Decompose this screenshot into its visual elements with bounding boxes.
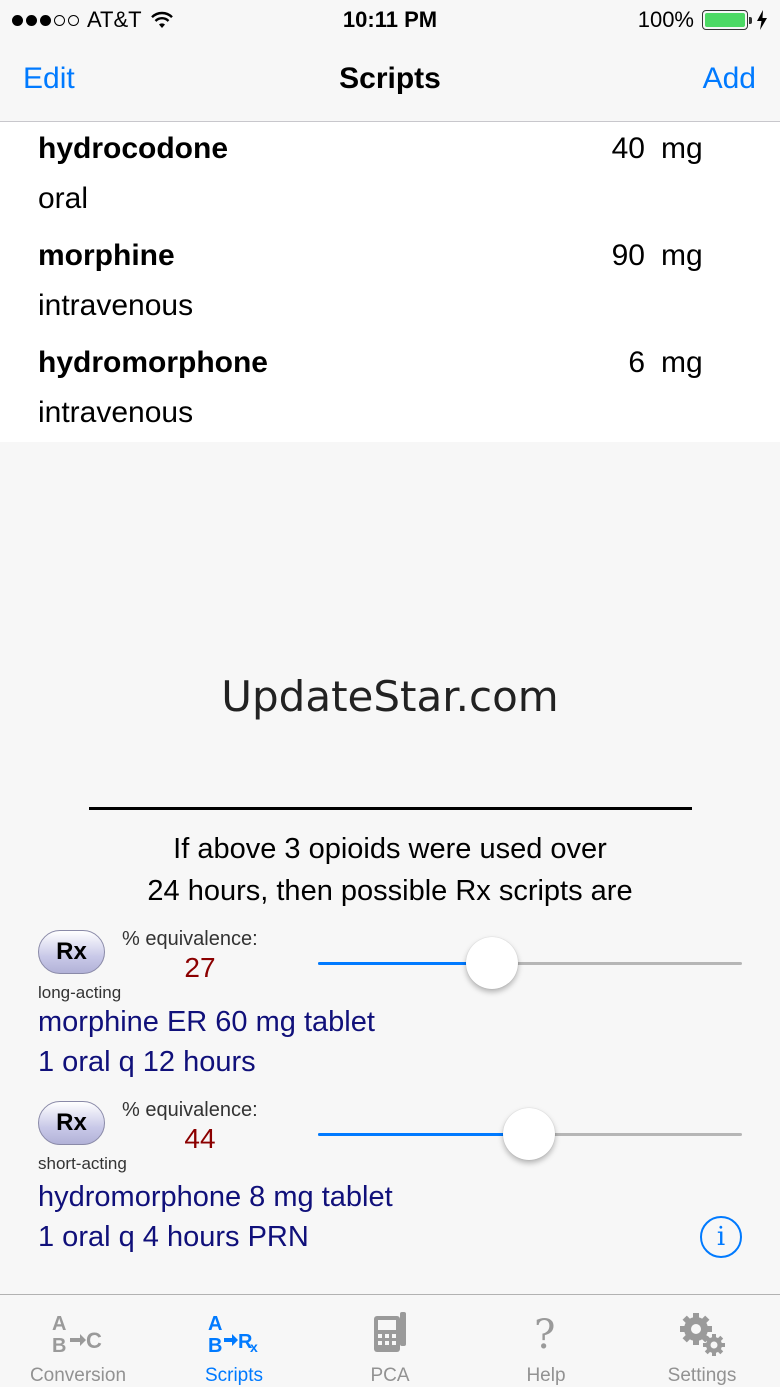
equivalence-value: 27 bbox=[184, 952, 216, 983]
add-button[interactable]: Add bbox=[703, 62, 756, 96]
script-sig-line: 1 oral q 12 hours bbox=[38, 1046, 256, 1078]
info-icon[interactable]: i bbox=[700, 1216, 742, 1258]
rx-button[interactable]: Rx bbox=[38, 930, 105, 974]
svg-text:x: x bbox=[250, 1339, 258, 1355]
pca-pump-icon bbox=[312, 1307, 468, 1357]
nav-bar: Edit Scripts Add bbox=[0, 40, 780, 122]
tab-bar: A B C Conversion A B R x Scripts PCA ? H… bbox=[0, 1294, 780, 1387]
tab-pca[interactable]: PCA bbox=[312, 1295, 468, 1387]
svg-text:B: B bbox=[208, 1335, 222, 1356]
page-title: Scripts bbox=[339, 62, 441, 95]
drug-dose: 90 bbox=[611, 239, 645, 272]
svg-text:B: B bbox=[52, 1335, 66, 1356]
abc-conversion-icon: A B C bbox=[0, 1307, 156, 1357]
drug-route: intravenous bbox=[38, 396, 194, 429]
intro-line-2: 24 hours, then possible Rx scripts are bbox=[147, 875, 633, 907]
ad-banner-text[interactable]: UpdateStar.com bbox=[0, 672, 780, 721]
intro-text: If above 3 opioids were used over 24 hou… bbox=[0, 828, 780, 912]
drug-row[interactable]: morphine intravenous 90 mg bbox=[0, 229, 780, 336]
script-drug-line: hydromorphone 8 mg tablet bbox=[38, 1181, 393, 1213]
intro-line-1: If above 3 opioids were used over bbox=[173, 833, 607, 865]
drug-unit: mg bbox=[661, 346, 703, 379]
charging-bolt-icon bbox=[757, 10, 767, 30]
tab-scripts[interactable]: A B R x Scripts bbox=[156, 1295, 312, 1387]
rx-script-long-acting: Rx % equivalence: 27 long-acting morphin… bbox=[0, 928, 780, 1100]
drug-name: morphine bbox=[38, 239, 175, 272]
section-divider bbox=[89, 807, 692, 810]
rx-script-short-acting: Rx % equivalence: 44 short-acting hydrom… bbox=[0, 1099, 780, 1271]
battery-percent: 100% bbox=[637, 7, 694, 32]
drug-route: intravenous bbox=[38, 289, 194, 322]
battery-icon bbox=[702, 10, 752, 30]
ab-rx-icon: A B R x bbox=[156, 1307, 312, 1357]
drug-name: hydromorphone bbox=[38, 346, 268, 379]
tab-label: Help bbox=[526, 1365, 566, 1386]
equivalence-slider[interactable] bbox=[318, 930, 742, 990]
drug-unit: mg bbox=[661, 132, 703, 165]
script-drug-line: morphine ER 60 mg tablet bbox=[38, 1006, 375, 1038]
svg-text:C: C bbox=[86, 1328, 102, 1353]
slider-thumb[interactable] bbox=[502, 1108, 555, 1160]
equivalence-label: % equivalence: bbox=[122, 1099, 258, 1121]
svg-text:A: A bbox=[52, 1313, 66, 1335]
drug-dose: 40 bbox=[611, 132, 645, 165]
drug-list: hydrocodone oral 40 mg morphine intraven… bbox=[0, 122, 780, 442]
slider-fill bbox=[318, 1133, 529, 1136]
equivalence-label: % equivalence: bbox=[122, 928, 258, 950]
svg-text:?: ? bbox=[534, 1312, 555, 1356]
tab-label: Conversion bbox=[29, 1365, 127, 1386]
tab-help[interactable]: ? Help bbox=[468, 1295, 624, 1387]
drug-row[interactable]: hydrocodone oral 40 mg bbox=[0, 122, 780, 229]
acting-label: long-acting bbox=[38, 983, 122, 1002]
status-right: 100% bbox=[638, 7, 768, 33]
drug-name: hydrocodone bbox=[38, 132, 229, 165]
acting-label: short-acting bbox=[38, 1154, 127, 1173]
tab-label: PCA bbox=[370, 1365, 410, 1386]
tab-label: Scripts bbox=[204, 1365, 264, 1386]
slider-thumb[interactable] bbox=[465, 937, 518, 989]
tab-settings[interactable]: Settings bbox=[624, 1295, 780, 1387]
drug-row[interactable]: hydromorphone intravenous 6 mg bbox=[0, 336, 780, 443]
script-sig-line: 1 oral q 4 hours PRN bbox=[38, 1221, 309, 1253]
equivalence-slider[interactable] bbox=[318, 1101, 742, 1161]
status-bar: AT&T 10:11 PM 100% bbox=[0, 0, 780, 40]
drug-unit: mg bbox=[661, 239, 703, 272]
svg-text:A: A bbox=[208, 1313, 222, 1335]
rx-button[interactable]: Rx bbox=[38, 1101, 105, 1145]
drug-dose: 6 bbox=[628, 346, 645, 379]
tab-conversion[interactable]: A B C Conversion bbox=[0, 1295, 156, 1387]
tab-label: Settings bbox=[667, 1365, 737, 1386]
drug-route: oral bbox=[38, 182, 89, 215]
equivalence-value: 44 bbox=[184, 1123, 216, 1154]
question-icon: ? bbox=[468, 1307, 624, 1357]
gears-icon bbox=[624, 1307, 780, 1357]
